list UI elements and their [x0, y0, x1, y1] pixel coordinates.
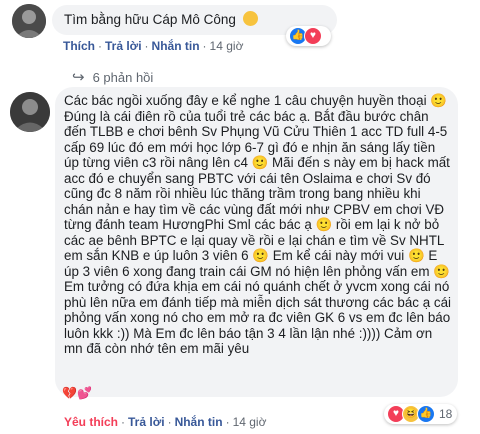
comment-actions: Thích · Trả lời · Nhắn tin · 14 giờ	[63, 39, 243, 53]
comment-paragraph: Các bác ngồi xuống đây e kể nghe 1 câu c…	[64, 93, 447, 108]
separator-dot: ·	[98, 39, 102, 53]
comment-actions: Yêu thích · Trả lời · Nhắn tin · 14 giờ	[64, 415, 266, 429]
commenter-avatar[interactable]	[12, 4, 46, 38]
message-button[interactable]: Nhắn tin	[175, 415, 223, 429]
comment-text: Tìm bằng hữu Cáp Mô Công	[64, 11, 258, 27]
reaction-summary[interactable]: ♥ 😆 👍 18	[384, 404, 458, 424]
love-reaction-icon: ♥	[304, 27, 322, 45]
separator-dot: ·	[167, 415, 172, 429]
replies-label: 6 phản hồi	[92, 69, 154, 85]
hearts-emoji-icon: 💔💕	[62, 386, 92, 400]
grinning-sweat-emoji-icon	[242, 11, 258, 26]
timestamp[interactable]: 14 giờ	[233, 415, 267, 429]
comment-body: Tìm bằng hữu Cáp Mô Công	[64, 12, 236, 27]
message-button[interactable]: Nhắn tin	[152, 39, 200, 53]
reaction-count: 18	[439, 407, 453, 421]
separator-dot: ·	[121, 415, 126, 429]
like-reaction-icon: 👍	[417, 405, 435, 423]
reply-button[interactable]: Trả lời	[128, 415, 165, 429]
love-button[interactable]: Yêu thích	[64, 415, 118, 429]
reaction-summary[interactable]: 👍 ♥	[286, 26, 331, 46]
reply-button[interactable]: Trả lời	[105, 39, 142, 53]
separator-dot: ·	[144, 39, 149, 53]
separator-dot: ·	[202, 39, 207, 53]
timestamp[interactable]: 14 giờ	[210, 39, 244, 53]
reply-arrow-icon: ↪	[72, 69, 85, 86]
like-button[interactable]: Thích	[63, 39, 95, 53]
comment-text: Các bác ngồi xuống đây e kể nghe 1 câu c…	[64, 93, 452, 357]
commenter-avatar[interactable]	[10, 92, 50, 132]
view-replies-link[interactable]: ↪ 6 phản hồi	[72, 68, 153, 86]
comment-paragraph: Đúng là cái điên rồ của tuổi trẻ các bác…	[64, 108, 451, 357]
separator-dot: ·	[225, 415, 230, 429]
